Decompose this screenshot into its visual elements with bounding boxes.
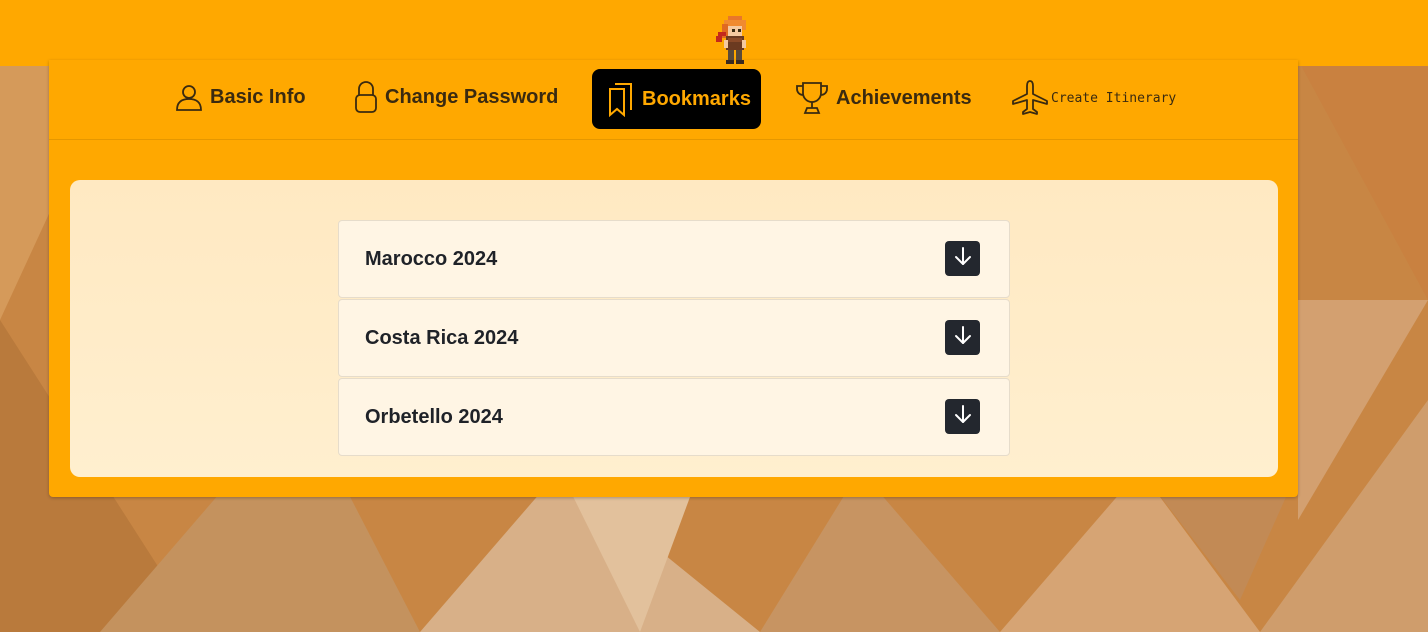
expand-button[interactable] bbox=[945, 241, 980, 276]
bookmarks-panel: Marocco 2024 Costa Rica 2024 Orbetello 2… bbox=[70, 180, 1278, 477]
bookmark-title: Orbetello 2024 bbox=[365, 406, 503, 428]
arrow-down-icon bbox=[953, 325, 973, 350]
bookmark-list: Marocco 2024 Costa Rica 2024 Orbetello 2… bbox=[338, 220, 1010, 457]
tab-create-itinerary[interactable]: Create Itinerary bbox=[1011, 68, 1176, 128]
arrow-down-icon bbox=[953, 404, 973, 429]
tab-label: Create Itinerary bbox=[1051, 90, 1177, 106]
bookmark-title: Marocco 2024 bbox=[365, 248, 498, 270]
airplane-icon bbox=[1011, 79, 1049, 117]
user-icon bbox=[174, 82, 204, 112]
bookmark-item[interactable]: Marocco 2024 bbox=[338, 220, 1010, 298]
trophy-icon bbox=[794, 80, 830, 116]
tab-basic-info[interactable]: Basic Info bbox=[174, 67, 306, 127]
arrow-down-icon bbox=[953, 246, 973, 271]
tab-label: Change Password bbox=[385, 85, 559, 108]
tab-change-password[interactable]: Change Password bbox=[353, 67, 558, 127]
lock-icon bbox=[353, 80, 379, 114]
expand-button[interactable] bbox=[945, 320, 980, 355]
bookmarks-icon bbox=[606, 81, 636, 117]
profile-card: Basic Info Change Password Bookmarks Ach… bbox=[49, 60, 1298, 497]
profile-nav: Basic Info Change Password Bookmarks Ach… bbox=[49, 60, 1298, 140]
tab-bookmarks[interactable]: Bookmarks bbox=[592, 69, 761, 129]
tab-label: Achievements bbox=[836, 86, 972, 109]
bookmark-item[interactable]: Orbetello 2024 bbox=[338, 378, 1010, 456]
bookmark-title: Costa Rica 2024 bbox=[365, 327, 519, 349]
tab-label: Bookmarks bbox=[642, 87, 751, 110]
expand-button[interactable] bbox=[945, 399, 980, 434]
tab-achievements[interactable]: Achievements bbox=[794, 68, 972, 128]
bookmark-item[interactable]: Costa Rica 2024 bbox=[338, 299, 1010, 377]
pixel-character-icon bbox=[714, 14, 754, 68]
tab-label: Basic Info bbox=[210, 85, 306, 108]
